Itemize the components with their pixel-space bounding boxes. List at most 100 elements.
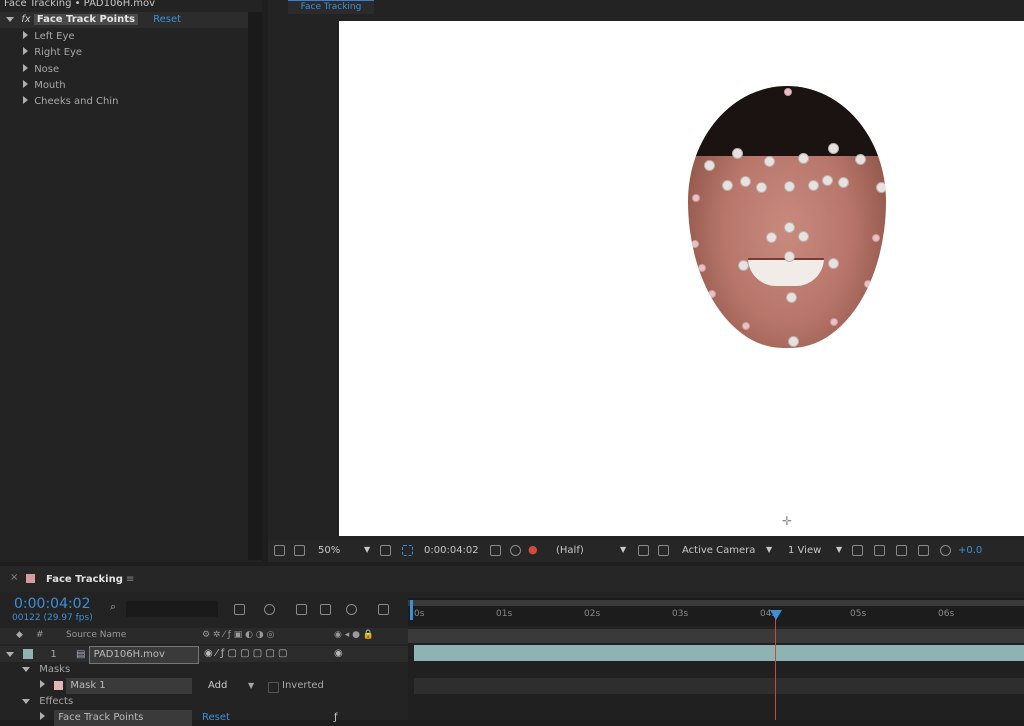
layer-row[interactable]: 1 ▤ PAD106H.mov ◉ ⁄ ƒ ▢ ▢ ▢ ▢ ▢ ◉	[0, 646, 408, 664]
track-point[interactable]	[864, 280, 872, 288]
fx-toggle-icon[interactable]: ƒ	[334, 710, 338, 726]
track-point[interactable]	[756, 182, 767, 193]
mask-color-swatch[interactable]	[54, 680, 64, 690]
chevron-right-icon[interactable]	[40, 680, 45, 688]
chevron-down-icon[interactable]: ▼	[620, 545, 626, 554]
toggle-view-options-icon[interactable]	[874, 545, 885, 556]
track-point[interactable]	[798, 231, 809, 242]
draft-3d-icon[interactable]	[264, 604, 275, 615]
chevron-right-icon[interactable]	[23, 80, 28, 88]
work-area-bar[interactable]	[408, 600, 1024, 606]
composition-canvas[interactable]	[339, 21, 1024, 536]
track-point[interactable]	[830, 318, 838, 326]
show-snapshot-icon[interactable]	[510, 545, 521, 556]
track-point[interactable]	[691, 240, 699, 248]
chevron-right-icon[interactable]	[23, 47, 28, 55]
inverted-checkbox[interactable]	[268, 682, 279, 693]
track-point[interactable]	[766, 232, 777, 243]
fit-icon[interactable]	[380, 545, 391, 556]
track-point[interactable]	[838, 177, 849, 188]
track-point[interactable]	[855, 154, 866, 165]
mask-name[interactable]: Mask 1	[66, 678, 193, 694]
mask-row[interactable]: Mask 1 Add ▼ Inverted	[0, 678, 408, 694]
layer-switches-icons[interactable]: ◉ ⁄ ƒ ▢ ▢ ▢ ▢ ▢	[204, 646, 287, 662]
snapshot-icon[interactable]	[918, 545, 929, 556]
track-point[interactable]	[876, 182, 886, 193]
chevron-down-icon[interactable]	[6, 652, 14, 657]
color-channels-icon[interactable]: ●	[528, 543, 538, 556]
track-point[interactable]	[828, 143, 839, 154]
column-source-name[interactable]: Source Name	[66, 630, 126, 640]
effect-reset-link[interactable]: Reset	[202, 710, 230, 726]
track-point[interactable]	[784, 251, 795, 262]
chevron-down-icon[interactable]	[22, 667, 30, 672]
chevron-right-icon[interactable]	[40, 712, 45, 720]
track-point[interactable]	[722, 180, 733, 191]
reset-link[interactable]: Reset	[153, 14, 181, 25]
track-point[interactable]	[828, 258, 839, 269]
resolution-dropdown[interactable]: (Half)	[556, 545, 584, 556]
effect-row-face-track-points[interactable]: fx Face Track Points Reset	[0, 12, 248, 28]
motion-blur-icon[interactable]	[346, 604, 357, 615]
tree-item-left-eye[interactable]: Left Eye	[0, 29, 248, 45]
visibility-icon[interactable]: ◉	[334, 646, 343, 662]
toggle-pixel-aspect-icon[interactable]	[852, 545, 863, 556]
chevron-down-icon[interactable]: ▼	[364, 545, 370, 554]
tab-face-tracking[interactable]: Face Tracking	[288, 0, 374, 14]
chevron-right-icon[interactable]	[23, 31, 28, 39]
camera-icon[interactable]	[490, 545, 501, 556]
track-point[interactable]	[732, 148, 743, 159]
track-point[interactable]	[822, 175, 833, 186]
panel-menu-icon[interactable]: ≡	[126, 574, 134, 585]
work-area-start-handle[interactable]	[410, 600, 413, 620]
effects-group-row[interactable]: Effects	[0, 694, 408, 710]
always-preview-icon[interactable]	[274, 545, 285, 556]
chevron-down-icon[interactable]	[6, 17, 14, 22]
chevron-down-icon[interactable]: ▼	[248, 678, 254, 694]
transparency-grid-icon[interactable]	[658, 545, 669, 556]
chevron-down-icon[interactable]: ▼	[766, 545, 772, 554]
track-point[interactable]	[808, 180, 819, 191]
track-point[interactable]	[798, 153, 809, 164]
monitor-icon[interactable]	[294, 545, 305, 556]
chevron-down-icon[interactable]: ▼	[836, 545, 842, 554]
view-layout-dropdown[interactable]: 1 View	[788, 545, 821, 556]
track-point[interactable]	[698, 264, 706, 272]
comp-flowchart-icon[interactable]	[234, 604, 245, 615]
track-point[interactable]	[784, 88, 792, 96]
track-point[interactable]	[740, 176, 751, 187]
tree-item-cheeks-and-chin[interactable]: Cheeks and Chin	[0, 94, 248, 110]
chevron-down-icon[interactable]	[22, 699, 30, 704]
track-point[interactable]	[704, 160, 715, 171]
layer-duration-bar[interactable]	[414, 645, 1024, 661]
track-point[interactable]	[692, 194, 700, 202]
region-of-interest-icon[interactable]	[402, 545, 413, 556]
playhead-handle[interactable]	[770, 610, 782, 620]
effect-row-name[interactable]: Face Track Points	[54, 710, 193, 726]
viewer-timecode[interactable]: 0:00:04:02	[424, 545, 479, 556]
track-point[interactable]	[786, 292, 797, 303]
zoom-dropdown[interactable]: 50%	[318, 545, 340, 556]
masks-group-row[interactable]: Masks	[0, 662, 408, 678]
track-point[interactable]	[742, 322, 750, 330]
shy-layers-icon[interactable]	[296, 604, 307, 615]
chevron-right-icon[interactable]	[23, 96, 28, 104]
frame-blending-icon[interactable]	[320, 604, 331, 615]
track-point[interactable]	[872, 234, 880, 242]
track-point[interactable]	[784, 181, 795, 192]
track-point[interactable]	[764, 156, 775, 167]
track-point[interactable]	[738, 260, 749, 271]
flowchart-icon[interactable]	[896, 545, 907, 556]
timeline-search-input[interactable]	[126, 601, 218, 617]
tab-face-tracking-timeline[interactable]: Face Tracking	[46, 574, 123, 585]
track-point[interactable]	[784, 222, 795, 233]
reset-exposure-icon[interactable]	[940, 545, 951, 556]
layer-label-swatch[interactable]	[23, 649, 34, 659]
effect-row[interactable]: Face Track Points Reset ƒ	[0, 710, 408, 726]
effect-controls-scrollbar[interactable]	[248, 12, 262, 560]
mask-mode-dropdown[interactable]: Add	[208, 678, 227, 694]
tree-item-right-eye[interactable]: Right Eye	[0, 45, 248, 61]
track-point[interactable]	[788, 336, 799, 347]
current-time-display[interactable]: 0:00:04:02	[14, 596, 91, 612]
track-point[interactable]	[708, 290, 716, 298]
